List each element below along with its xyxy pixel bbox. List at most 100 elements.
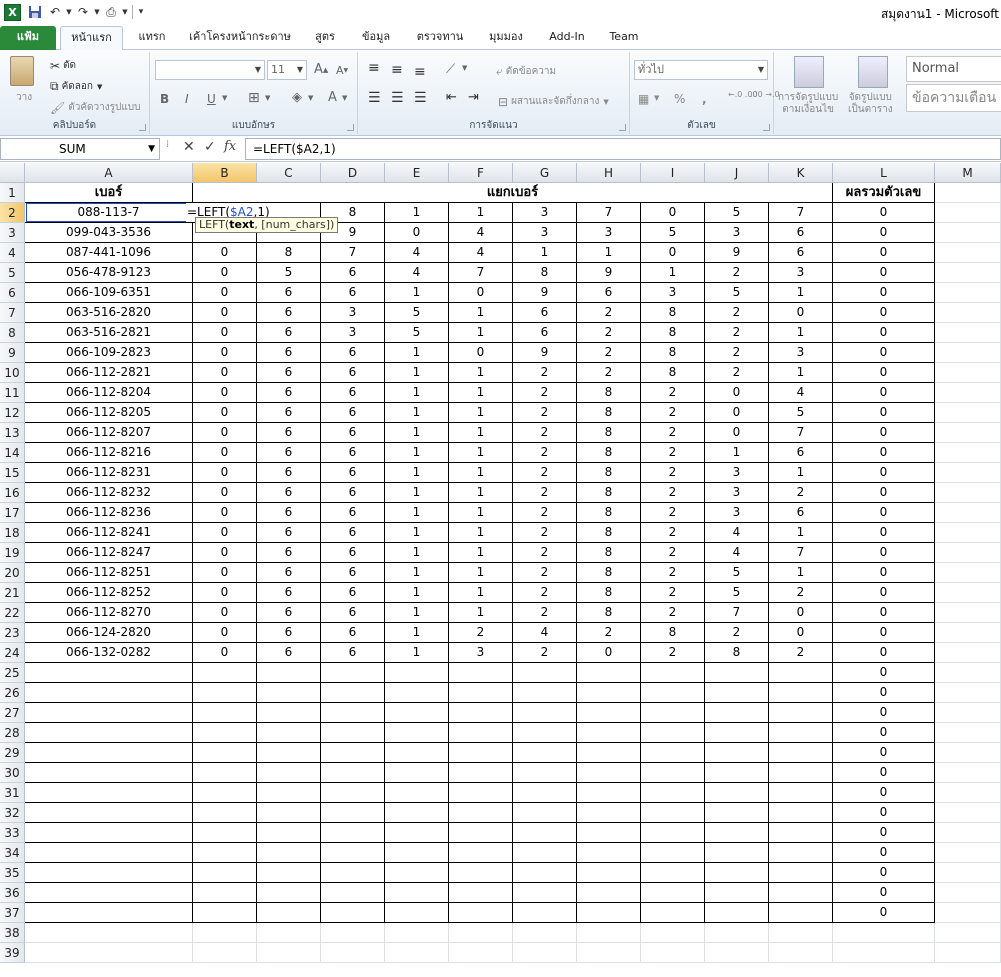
cell-g27[interactable] [513,703,577,723]
column-header-l[interactable]: L [833,163,935,183]
cell-d36[interactable] [321,883,385,903]
column-header-e[interactable]: E [385,163,449,183]
row-header-1[interactable]: 1 [0,183,25,203]
cell-g30[interactable] [513,763,577,783]
cell-i5-digit[interactable]: 1 [641,263,705,283]
row-header-39[interactable]: 39 [0,943,25,963]
cell-f24-digit[interactable]: 3 [449,643,513,663]
cell-m23[interactable] [935,623,1001,643]
cell-m37[interactable] [935,903,1001,923]
cell-f32[interactable] [449,803,513,823]
cell-k2-digit[interactable]: 7 [769,203,833,223]
cell-b21-digit[interactable]: 0 [193,583,257,603]
cell-i39[interactable] [641,943,705,963]
cell-k26[interactable] [769,683,833,703]
cell-b27[interactable] [193,703,257,723]
column-header-i[interactable]: I [641,163,705,183]
cell-g3-digit[interactable]: 3 [513,223,577,243]
cell-m18[interactable] [935,523,1001,543]
row-header-36[interactable]: 36 [0,883,25,903]
tab-review[interactable]: ตรวจทาน [408,26,472,50]
cell-j23-digit[interactable]: 2 [705,623,769,643]
cell-b5-digit[interactable]: 0 [193,263,257,283]
cell-c8-digit[interactable]: 6 [257,323,321,343]
cell-i20-digit[interactable]: 2 [641,563,705,583]
cell-a33[interactable] [25,823,193,843]
cell-h26[interactable] [577,683,641,703]
cell-j17-digit[interactable]: 3 [705,503,769,523]
cell-j9-digit[interactable]: 2 [705,343,769,363]
cell-i22-digit[interactable]: 2 [641,603,705,623]
cell-h8-digit[interactable]: 2 [577,323,641,343]
cell-g22-digit[interactable]: 2 [513,603,577,623]
cell-e14-digit[interactable]: 1 [385,443,449,463]
insert-function-button[interactable]: fx [224,139,236,154]
cell-g23-digit[interactable]: 4 [513,623,577,643]
cell-k6-digit[interactable]: 1 [769,283,833,303]
cell-d10-digit[interactable]: 6 [321,363,385,383]
cell-j22-digit[interactable]: 7 [705,603,769,623]
cell-e16-digit[interactable]: 1 [385,483,449,503]
cell-b32[interactable] [193,803,257,823]
alignment-launcher-icon[interactable] [619,124,626,131]
cell-b10-digit[interactable]: 0 [193,363,257,383]
cell-a14-phone[interactable]: 066-112-8216 [25,443,193,463]
cell-b23-digit[interactable]: 0 [193,623,257,643]
cell-c25[interactable] [257,663,321,683]
cell-g5-digit[interactable]: 8 [513,263,577,283]
cell-h14-digit[interactable]: 8 [577,443,641,463]
tab-home[interactable]: หน้าแรก [60,26,123,51]
row-header-2[interactable]: 2 [0,203,25,223]
cell-e24-digit[interactable]: 1 [385,643,449,663]
cell-f10-digit[interactable]: 1 [449,363,513,383]
cell-h28[interactable] [577,723,641,743]
save-icon[interactable] [25,2,45,22]
row-header-8[interactable]: 8 [0,323,25,343]
cell-k11-digit[interactable]: 4 [769,383,833,403]
cell-h5-digit[interactable]: 9 [577,263,641,283]
cell-k4-digit[interactable]: 6 [769,243,833,263]
cell-l13-sum[interactable]: 0 [833,423,935,443]
cell-i9-digit[interactable]: 8 [641,343,705,363]
cell-m39[interactable] [935,943,1001,963]
cell-d11-digit[interactable]: 6 [321,383,385,403]
style-warning-text[interactable]: ข้อความเตือน [906,84,1001,112]
cell-f39[interactable] [449,943,513,963]
row-header-30[interactable]: 30 [0,763,25,783]
cell-b13-digit[interactable]: 0 [193,423,257,443]
cell-k36[interactable] [769,883,833,903]
number-launcher-icon[interactable] [763,124,770,131]
cell-j16-digit[interactable]: 3 [705,483,769,503]
row-header-18[interactable]: 18 [0,523,25,543]
cell-k27[interactable] [769,703,833,723]
cell-g18-digit[interactable]: 2 [513,523,577,543]
font-size-combo[interactable]: 11 ▼ [267,60,307,80]
cell-f31[interactable] [449,783,513,803]
cell-i18-digit[interactable]: 2 [641,523,705,543]
cell-a18-phone[interactable]: 066-112-8241 [25,523,193,543]
cell-h25[interactable] [577,663,641,683]
cell-g38[interactable] [513,923,577,943]
print-preview-icon[interactable]: ⎙ [101,2,121,22]
cell-j13-digit[interactable]: 0 [705,423,769,443]
cell-d37[interactable] [321,903,385,923]
cell-b1-split-header[interactable]: แยกเบอร์ [193,183,833,203]
row-header-24[interactable]: 24 [0,643,25,663]
decrease-indent-icon[interactable]: ⇤ [446,90,457,105]
cell-g16-digit[interactable]: 2 [513,483,577,503]
cell-d19-digit[interactable]: 6 [321,543,385,563]
cell-i27[interactable] [641,703,705,723]
column-header-f[interactable]: F [449,163,513,183]
cell-a32[interactable] [25,803,193,823]
cell-i11-digit[interactable]: 2 [641,383,705,403]
cell-g32[interactable] [513,803,577,823]
cell-h31[interactable] [577,783,641,803]
cell-d6-digit[interactable]: 6 [321,283,385,303]
cell-b24-digit[interactable]: 0 [193,643,257,663]
tab-view[interactable]: มุมมอง [480,26,532,50]
cell-a31[interactable] [25,783,193,803]
cell-j39[interactable] [705,943,769,963]
number-format-combo[interactable]: ทั่วไป ▼ [634,60,768,80]
cell-l17-sum[interactable]: 0 [833,503,935,523]
row-header-9[interactable]: 9 [0,343,25,363]
